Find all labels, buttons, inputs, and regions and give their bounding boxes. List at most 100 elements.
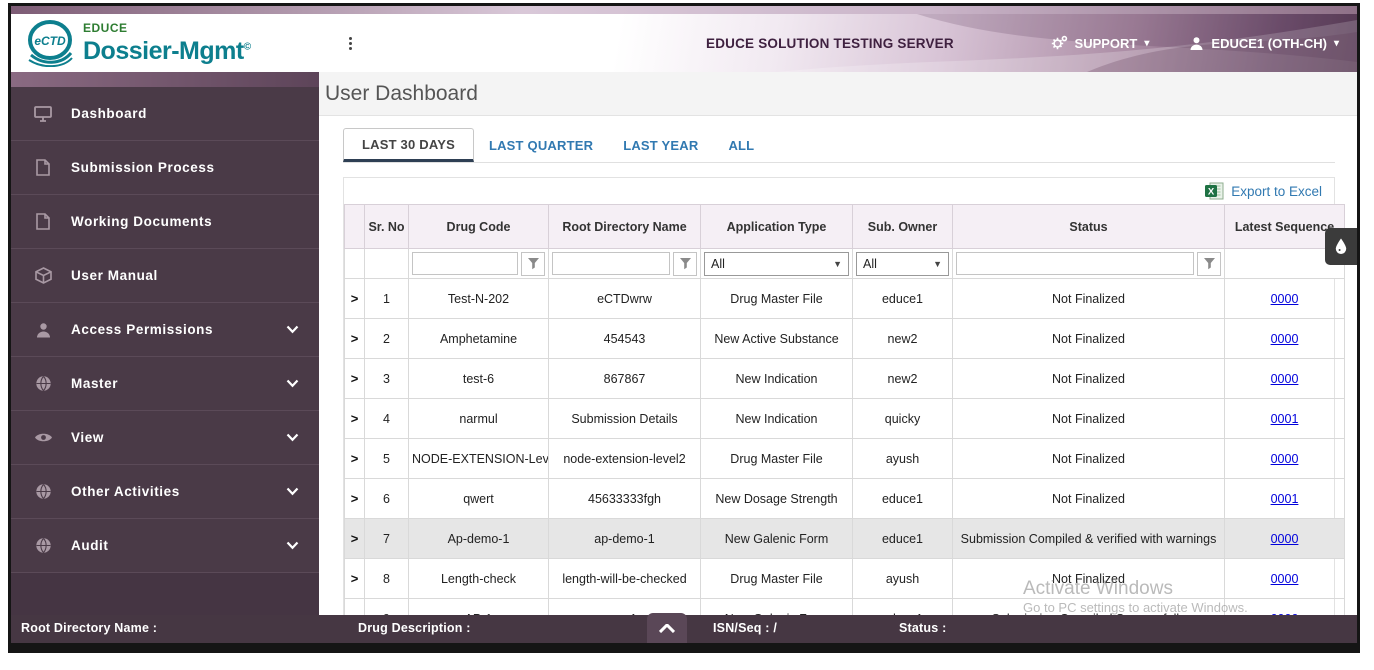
- sidebar-item-access-permissions[interactable]: Access Permissions: [11, 303, 319, 357]
- cell-application-type: New Indication: [701, 359, 853, 399]
- sub-owner-filter-select[interactable]: All ▼: [856, 252, 949, 276]
- table-row: > 3 test-6 867867 New Indication new2 No…: [345, 359, 1345, 399]
- table-header-row: Sr. No Drug Code Root Directory Name App…: [345, 205, 1345, 249]
- latest-sequence-link[interactable]: 0000: [1271, 452, 1299, 466]
- sidebar: DashboardSubmission Process Working Docum…: [11, 72, 319, 615]
- row-expand-chevron-icon[interactable]: >: [345, 439, 365, 479]
- cell-root-directory: length-will-be-checked: [549, 559, 701, 599]
- chevron-up-icon: [659, 624, 675, 633]
- sidebar-item-view[interactable]: View: [11, 411, 319, 465]
- tab-all[interactable]: ALL: [713, 129, 769, 162]
- server-title: EDUCE SOLUTION TESTING SERVER: [706, 36, 954, 51]
- ectd-logo-icon: eCTD: [25, 19, 75, 67]
- cell-drug-code: Length-check: [409, 559, 549, 599]
- status-filter-button[interactable]: [1197, 252, 1221, 276]
- row-expand-chevron-icon[interactable]: >: [345, 479, 365, 519]
- sidebar-item-dashboard[interactable]: Dashboard: [11, 87, 319, 141]
- root-directory-filter-input[interactable]: [552, 252, 670, 275]
- footer-collapse-button[interactable]: [647, 613, 687, 643]
- drug-code-filter-input[interactable]: [412, 252, 518, 275]
- cell-application-type: New Active Substance: [701, 319, 853, 359]
- cell-sub-owner: ayush: [853, 439, 953, 479]
- sidebar-item-label: Audit: [71, 538, 268, 553]
- row-expand-chevron-icon[interactable]: >: [345, 519, 365, 559]
- latest-sequence-link[interactable]: 0001: [1271, 492, 1299, 506]
- cell-sr-no: 9: [365, 599, 409, 616]
- chevron-down-icon: [286, 433, 299, 442]
- footer-status-bar: Root Directory Name : Drug Description :…: [11, 615, 1357, 643]
- row-expand-chevron-icon[interactable]: >: [345, 599, 365, 616]
- cell-drug-code: Test-N-202: [409, 279, 549, 319]
- cell-sr-no: 8: [365, 559, 409, 599]
- sidebar-item-submission-process[interactable]: Submission Process: [11, 141, 319, 195]
- drop-icon: [1334, 238, 1348, 255]
- main-panel: User Dashboard LAST 30 DAYSLAST QUARTERL…: [319, 72, 1357, 615]
- drug-code-filter-button[interactable]: [521, 252, 545, 276]
- row-expand-chevron-icon[interactable]: >: [345, 399, 365, 439]
- cell-sr-no: 3: [365, 359, 409, 399]
- cell-status: Not Finalized: [953, 479, 1225, 519]
- cell-sr-no: 4: [365, 399, 409, 439]
- cell-sub-owner: new2: [853, 359, 953, 399]
- application-type-filter-select[interactable]: All ▼: [704, 252, 849, 276]
- latest-sequence-link[interactable]: 0000: [1271, 572, 1299, 586]
- table-row: > 8 Length-check length-will-be-checked …: [345, 559, 1345, 599]
- latest-sequence-link[interactable]: 0001: [1271, 412, 1299, 426]
- row-expand-chevron-icon[interactable]: >: [345, 559, 365, 599]
- expand-column-header: [345, 205, 365, 249]
- chevron-down-icon: ▾: [1334, 38, 1339, 49]
- row-expand-chevron-icon[interactable]: >: [345, 319, 365, 359]
- sidebar-item-user-manual[interactable]: User Manual: [11, 249, 319, 303]
- copyright-mark: ©: [244, 41, 251, 52]
- latest-sequence-link[interactable]: 0000: [1271, 532, 1299, 546]
- footer-isn-seq-label: ISN/Seq : /: [713, 621, 777, 635]
- brand-name-large: Dossier-Mgmt©: [83, 37, 251, 65]
- support-menu[interactable]: SUPPORT ▾: [1051, 35, 1150, 51]
- kebab-menu-icon[interactable]: [341, 31, 360, 56]
- user-menu[interactable]: EDUCE1 (OTH-CH) ▾: [1189, 36, 1339, 51]
- sidebar-item-label: Access Permissions: [71, 322, 268, 337]
- user-label: EDUCE1 (OTH-CH): [1211, 36, 1327, 51]
- support-label: SUPPORT: [1075, 36, 1138, 51]
- table-row: > 6 qwert 45633333fgh New Dosage Strengt…: [345, 479, 1345, 519]
- chevron-down-icon: [286, 325, 299, 334]
- latest-sequence-link[interactable]: 0000: [1271, 292, 1299, 306]
- root-directory-filter-button[interactable]: [673, 252, 697, 276]
- tab-last-year[interactable]: LAST YEAR: [608, 129, 713, 162]
- table-row: > 4 narmul Submission Details New Indica…: [345, 399, 1345, 439]
- sidebar-item-audit[interactable]: Audit: [11, 519, 319, 573]
- cell-sub-owner: educe1: [853, 599, 953, 616]
- cube-icon: [33, 267, 53, 284]
- column-header-status: Status: [953, 205, 1225, 249]
- theme-drop-button[interactable]: [1325, 228, 1357, 265]
- row-expand-chevron-icon[interactable]: >: [345, 279, 365, 319]
- table-row: > 7 Ap-demo-1 ap-demo-1 New Galenic Form…: [345, 519, 1345, 559]
- export-to-excel-link[interactable]: Export to Excel: [1231, 184, 1322, 199]
- cell-drug-code: narmul: [409, 399, 549, 439]
- sidebar-item-working-documents[interactable]: Working Documents: [11, 195, 319, 249]
- sidebar-item-label: Working Documents: [71, 214, 299, 229]
- gears-icon: [1051, 35, 1068, 51]
- cell-status: Submission Compiled Successfully: [953, 599, 1225, 616]
- period-tabs: LAST 30 DAYSLAST QUARTERLAST YEARALL: [343, 128, 1335, 163]
- app-header: eCTD EDUCE Dossier-Mgmt© EDUCE SOLUTION …: [11, 14, 1357, 72]
- svg-text:eCTD: eCTD: [34, 34, 66, 48]
- chevron-down-icon: [286, 487, 299, 496]
- latest-sequence-link[interactable]: 0000: [1271, 332, 1299, 346]
- cell-sub-owner: educe1: [853, 519, 953, 559]
- sidebar-item-other-activities[interactable]: Other Activities: [11, 465, 319, 519]
- tab-last-quarter[interactable]: LAST QUARTER: [474, 129, 608, 162]
- sidebar-item-master[interactable]: Master: [11, 357, 319, 411]
- tab-last-30-days[interactable]: LAST 30 DAYS: [343, 128, 474, 162]
- status-filter-input[interactable]: [956, 252, 1194, 275]
- row-expand-chevron-icon[interactable]: >: [345, 359, 365, 399]
- cell-status: Not Finalized: [953, 279, 1225, 319]
- cell-root-directory: 45633333fgh: [549, 479, 701, 519]
- cell-status: Not Finalized: [953, 559, 1225, 599]
- user-icon: [33, 322, 53, 338]
- cell-application-type: New Galenic Form: [701, 599, 853, 616]
- table-row: > 9 AP-1 ap-1 New Galenic Form educe1 Su…: [345, 599, 1345, 616]
- latest-sequence-link[interactable]: 0000: [1271, 372, 1299, 386]
- globe-icon: [33, 537, 53, 554]
- column-header-application-type: Application Type: [701, 205, 853, 249]
